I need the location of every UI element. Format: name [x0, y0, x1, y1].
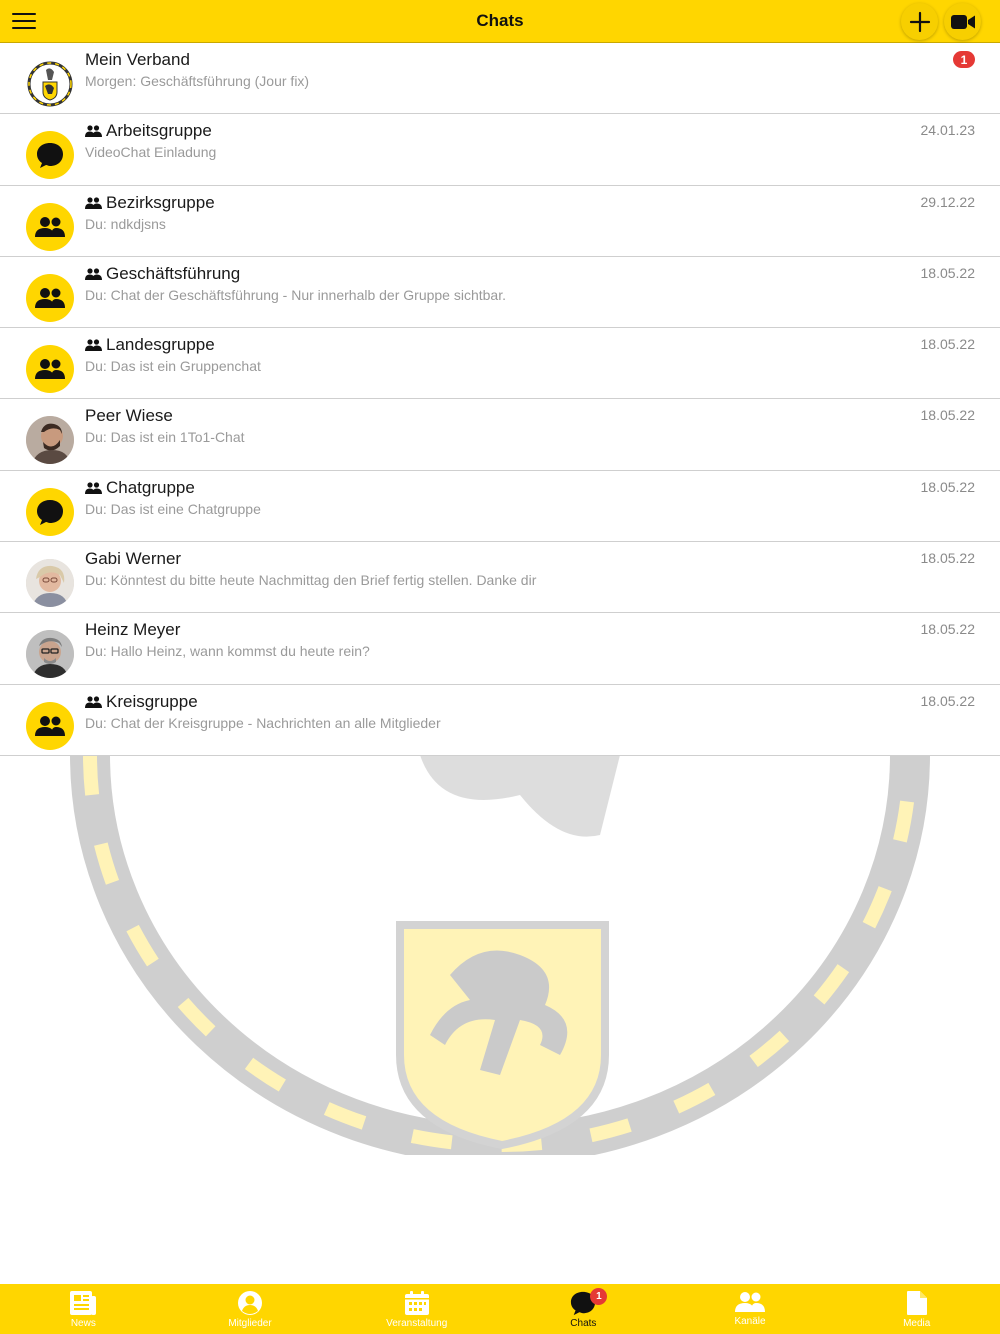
tab-kanaele[interactable]: Kanäle [667, 1284, 834, 1334]
chat-date: 18.05.22 [920, 407, 976, 424]
chat-date: 18.05.22 [920, 264, 976, 281]
people-icon [735, 1292, 766, 1312]
avatar [26, 701, 74, 750]
avatar [26, 416, 74, 465]
chat-date: 18.05.22 [920, 621, 976, 638]
chat-name: Geschäftsführung [85, 264, 240, 284]
chat-name: Heinz Meyer [85, 620, 181, 640]
tab-media[interactable]: Media [833, 1284, 1000, 1334]
top-app-bar: Chats [0, 0, 1000, 43]
chat-preview: Du: Hallo Heinz, wann kommst du heute re… [85, 643, 370, 660]
chat-date: 29.12.22 [920, 193, 976, 210]
avatar [26, 345, 74, 394]
chat-bubble-icon [37, 143, 63, 169]
calendar-icon [404, 1291, 429, 1315]
chat-preview: Du: ndkdjsns [85, 215, 166, 232]
chat-row-mein-verband[interactable]: Mein Verband Morgen: Geschäftsführung (J… [0, 43, 1000, 115]
user-photo [26, 416, 74, 465]
tab-label: Mitglieder [228, 1318, 272, 1329]
newspaper-icon [70, 1291, 97, 1315]
tab-chats[interactable]: 1 Chats [500, 1284, 667, 1334]
chat-preview: Du: Das ist ein Gruppenchat [85, 358, 261, 375]
people-icon [35, 715, 65, 736]
avatar [26, 131, 74, 180]
tab-label: Media [903, 1318, 931, 1329]
chat-preview: Du: Könntest du bitte heute Nachmittag d… [85, 572, 537, 589]
people-icon [35, 216, 65, 237]
crest-watermark [70, 755, 930, 1155]
chat-row-kreisgruppe[interactable]: Kreisgruppe Du: Chat der Kreisgruppe - N… [0, 684, 1000, 756]
chat-preview: Du: Chat der Kreisgruppe - Nachrichten a… [85, 714, 441, 731]
chat-list: Mein Verband Morgen: Geschäftsführung (J… [0, 43, 1000, 756]
chat-date: 18.05.22 [920, 550, 976, 567]
user-photo [26, 559, 74, 608]
tab-label: Veranstaltung [386, 1318, 448, 1329]
tab-news[interactable]: News [0, 1284, 167, 1334]
avatar [26, 487, 74, 536]
user-photo [26, 630, 74, 679]
chat-row-heinz-meyer[interactable]: Heinz Meyer Du: Hallo Heinz, wann kommst… [0, 613, 1000, 685]
chat-bubble-icon [37, 499, 63, 525]
people-icon [35, 359, 65, 380]
chat-preview: Du: Das ist ein 1To1-Chat [85, 429, 245, 446]
chat-date: 18.05.22 [920, 478, 976, 495]
chat-row-chatgruppe[interactable]: Chatgruppe Du: Das ist eine Chatgruppe 1… [0, 470, 1000, 543]
chat-name: Gabi Werner [85, 549, 182, 569]
tab-label: Chats [570, 1318, 597, 1329]
chat-row-gabi-werner[interactable]: Gabi Werner Du: Könntest du bitte heute … [0, 542, 1000, 614]
video-call-button[interactable] [944, 3, 981, 40]
bottom-tab-bar: News Mitglieder Veranstaltung 1 Chats Ka… [0, 1284, 1000, 1334]
chat-preview: Du: Das ist eine Chatgruppe [85, 500, 261, 517]
avatar [26, 202, 74, 251]
group-icon [85, 268, 102, 280]
chat-row-peer-wiese[interactable]: Peer Wiese Du: Das ist ein 1To1-Chat 18.… [0, 399, 1000, 471]
tab-veranstaltung[interactable]: Veranstaltung [333, 1284, 500, 1334]
chat-name: Bezirksgruppe [85, 193, 215, 213]
group-icon [85, 696, 102, 708]
page-title: Chats [476, 11, 524, 30]
group-icon [85, 482, 102, 494]
add-button[interactable] [901, 3, 938, 40]
chat-name: Peer Wiese [85, 406, 173, 426]
chat-preview: VideoChat Einladung [85, 144, 217, 161]
chat-date: 18.05.22 [920, 336, 976, 353]
tab-mitglieder[interactable]: Mitglieder [167, 1284, 334, 1334]
chat-name: Mein Verband [85, 50, 190, 69]
chat-row-landesgruppe[interactable]: Landesgruppe Du: Das ist ein Gruppenchat… [0, 328, 1000, 400]
group-icon [85, 339, 102, 352]
group-icon [85, 125, 102, 138]
video-camera-icon [950, 14, 975, 29]
tab-label: News [70, 1318, 96, 1329]
chat-preview: Morgen: Geschäftsführung (Jour fix) [85, 73, 310, 89]
avatar [26, 630, 74, 679]
unread-badge: 1 [953, 51, 975, 68]
chat-row-bezirksgruppe[interactable]: Bezirksgruppe Du: ndkdjsns 29.12.22 [0, 185, 1000, 257]
avatar [26, 60, 74, 108]
chat-date: 18.05.22 [920, 692, 976, 709]
chat-preview: Du: Chat der Geschäftsführung - Nur inne… [85, 286, 506, 303]
chat-row-arbeitsgruppe[interactable]: Arbeitsgruppe VideoChat Einladung 24.01.… [0, 114, 1000, 186]
group-icon [85, 196, 102, 209]
plus-icon [909, 11, 930, 32]
chat-name: Arbeitsgruppe [85, 121, 212, 141]
user-circle-icon [238, 1291, 262, 1315]
chat-name: Kreisgruppe [85, 692, 198, 712]
avatar [26, 273, 74, 322]
avatar [26, 559, 74, 608]
chat-row-geschaeftsfuehrung[interactable]: Geschäftsführung Du: Chat der Geschäftsf… [0, 256, 1000, 329]
tab-label: Kanäle [734, 1316, 766, 1327]
document-icon [906, 1291, 927, 1315]
chat-name: Landesgruppe [85, 335, 215, 355]
people-icon [35, 287, 65, 308]
chat-name: Chatgruppe [85, 478, 195, 498]
chat-date: 24.01.23 [920, 122, 976, 139]
crest-logo [27, 61, 73, 107]
tab-unread-badge: 1 [590, 1288, 608, 1305]
